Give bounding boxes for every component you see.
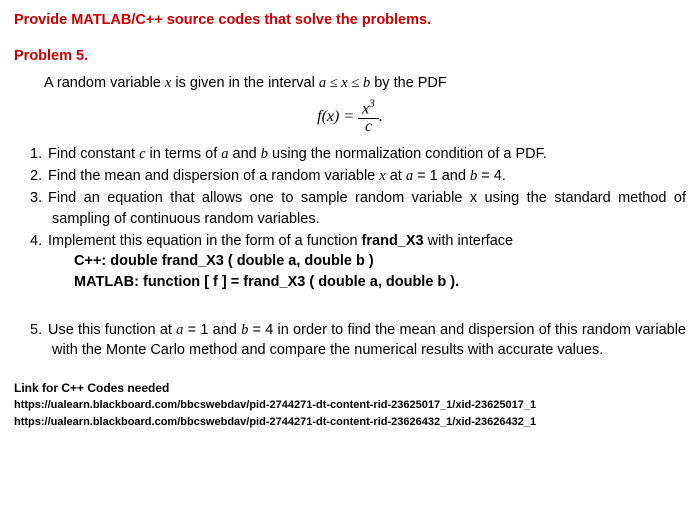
item-2-p3: = 1 and	[413, 168, 470, 184]
item-5-num: 5.	[30, 320, 48, 340]
link-2: https://ualearn.blackboard.com/bbcswebda…	[14, 415, 686, 430]
problem-heading: Problem 5.	[14, 46, 686, 66]
item-3: 3.Find an equation that allows one to sa…	[30, 188, 686, 229]
item-4-p1: Implement this equation in the form of a…	[48, 233, 362, 249]
item-2-p1: Find the mean and dispersion of a random…	[48, 168, 379, 184]
item-3-num: 3.	[30, 188, 48, 208]
eq-numerator: x3	[358, 99, 379, 119]
item-1-p1: Find constant	[48, 146, 139, 162]
intro-suffix: by the PDF	[370, 75, 447, 91]
item-4-p2: with interface	[424, 233, 513, 249]
item-4: 4.Implement this equation in the form of…	[30, 231, 686, 292]
item-4-num: 4.	[30, 231, 48, 251]
eq-denominator: c	[358, 119, 379, 136]
eq-fraction: x3c	[358, 99, 379, 136]
item-2: 2.Find the mean and dispersion of a rand…	[30, 166, 686, 186]
links-heading: Link for C++ Codes needed	[14, 380, 686, 397]
item-5: 5.Use this function at a = 1 and b = 4 i…	[30, 320, 686, 361]
link-1: https://ualearn.blackboard.com/bbcswebda…	[14, 398, 686, 413]
item-4-line2: MATLAB: function [ f ] = frand_X3 ( doub…	[74, 272, 686, 292]
item-1-num: 1.	[30, 144, 48, 164]
intro-range: a ≤ x ≤ b	[319, 75, 370, 91]
item-4-line1: C++: double frand_X3 ( double a, double …	[74, 251, 686, 271]
item-4-b1: frand_X3	[362, 233, 424, 249]
eq-tail: .	[379, 108, 383, 125]
item-2-p2: at	[386, 168, 406, 184]
problem-list: 1.Find constant c in terms of a and b us…	[30, 144, 686, 292]
item-1-v2: a	[221, 146, 228, 162]
item-1-p3: and	[229, 146, 261, 162]
pdf-equation: f(x) = x3c.	[14, 99, 686, 136]
intro-prefix: A random variable	[44, 75, 165, 91]
intro-mid: is given in the interval	[171, 75, 319, 91]
item-1: 1.Find constant c in terms of a and b us…	[30, 144, 686, 164]
item-1-p4: using the normalization condition of a P…	[268, 146, 547, 162]
item-2-num: 2.	[30, 166, 48, 186]
item-2-p4: = 4.	[477, 168, 506, 184]
item-3-text: Find an equation that allows one to samp…	[48, 190, 686, 226]
item-5-p2: = 1 and	[183, 322, 241, 338]
item-1-p2: in terms of	[146, 146, 222, 162]
eq-num-sup: 3	[369, 98, 375, 110]
problem-intro: A random variable x is given in the inte…	[44, 73, 686, 93]
eq-lhs: f(x) =	[317, 108, 358, 125]
item-5-p1: Use this function at	[48, 322, 176, 338]
item-1-v3: b	[261, 146, 268, 162]
page-title: Provide MATLAB/C++ source codes that sol…	[14, 10, 686, 30]
